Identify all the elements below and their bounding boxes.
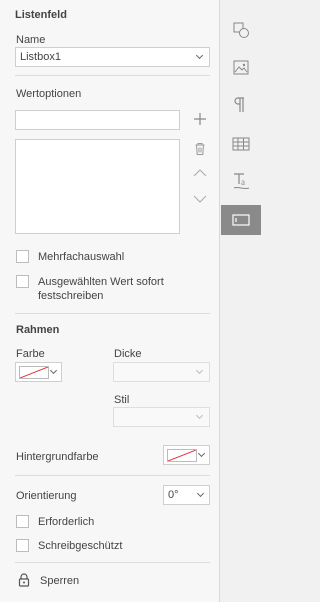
lock-icon[interactable]: [17, 572, 31, 588]
value-option-input[interactable]: [15, 110, 180, 130]
name-dropdown[interactable]: Listbox1: [15, 47, 210, 67]
orientation-label: Orientierung: [16, 490, 77, 502]
chevron-down-icon: [196, 489, 205, 498]
color-label: Farbe: [16, 348, 45, 360]
image-icon[interactable]: [221, 53, 261, 83]
style-label: Stil: [114, 394, 130, 406]
background-color-label: Hintergrundfarbe: [16, 451, 99, 463]
name-value: Listbox1: [20, 51, 61, 63]
right-toolbar: a: [221, 0, 261, 602]
name-label: Name: [16, 34, 46, 46]
multi-select-label: Mehrfachauswahl: [38, 251, 125, 263]
value-options-label: Wertoptionen: [16, 88, 82, 100]
chevron-down-icon: [195, 366, 204, 375]
orientation-dropdown[interactable]: 0°: [163, 485, 210, 505]
chevron-up-icon[interactable]: [192, 167, 208, 179]
orientation-value: 0°: [168, 489, 179, 501]
text-art-icon[interactable]: a: [221, 166, 261, 196]
separator: [15, 475, 210, 476]
lock-label[interactable]: Sperren: [40, 575, 79, 587]
thickness-dropdown[interactable]: [113, 362, 210, 382]
background-color-picker[interactable]: [163, 445, 210, 465]
separator: [15, 75, 210, 76]
separator: [15, 313, 210, 314]
chevron-down-icon: [195, 51, 204, 60]
border-color-picker[interactable]: [15, 362, 62, 382]
svg-text:a: a: [241, 177, 245, 187]
multi-select-checkbox[interactable]: [16, 250, 29, 263]
style-dropdown[interactable]: [113, 407, 210, 427]
lock-selected-label-line2: festschreiben: [38, 290, 104, 302]
readonly-checkbox[interactable]: [16, 539, 29, 552]
plus-icon[interactable]: [192, 111, 208, 127]
no-color-swatch: [19, 366, 49, 379]
chevron-down-icon: [195, 411, 204, 420]
border-title: Rahmen: [16, 324, 60, 336]
paragraph-icon[interactable]: [221, 90, 261, 120]
table-icon[interactable]: [221, 129, 261, 159]
thickness-label: Dicke: [114, 348, 142, 360]
readonly-label: Schreibgeschützt: [38, 540, 123, 552]
trash-icon[interactable]: [192, 141, 208, 157]
lock-selected-label-line1: Ausgewählten Wert sofort: [38, 276, 164, 288]
required-checkbox[interactable]: [16, 515, 29, 528]
form-settings-panel: Listenfeld Name Listbox1 Wertoptionen Me…: [0, 0, 220, 602]
shapes-icon[interactable]: [221, 15, 261, 45]
lock-selected-checkbox[interactable]: [16, 275, 29, 288]
form-field-icon[interactable]: [221, 205, 261, 235]
value-options-list[interactable]: [15, 139, 180, 234]
panel-title: Listenfeld: [15, 9, 67, 21]
chevron-down-icon: [49, 366, 58, 375]
separator: [15, 562, 210, 563]
no-color-swatch: [167, 449, 197, 462]
chevron-down-icon: [197, 449, 206, 458]
chevron-down-icon[interactable]: [192, 193, 208, 205]
required-label: Erforderlich: [38, 516, 95, 528]
